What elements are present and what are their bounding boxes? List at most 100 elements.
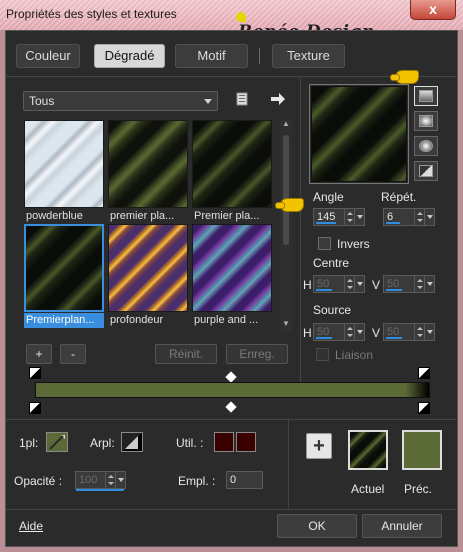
tab-degrade[interactable]: Dégradé xyxy=(94,44,165,68)
rectangular-style-button[interactable] xyxy=(414,111,438,131)
current-label: Actuel xyxy=(351,482,385,496)
close-button[interactable]: x xyxy=(410,0,456,20)
arrow-right-icon[interactable] xyxy=(270,92,286,106)
thumbnail-image xyxy=(24,224,104,312)
spinner-arrows-icon[interactable] xyxy=(414,324,424,340)
remove-button[interactable]: - xyxy=(60,344,86,364)
center-v-label: V xyxy=(372,278,381,292)
color-stop-left[interactable] xyxy=(29,402,41,414)
tab-texture[interactable]: Texture xyxy=(272,44,345,68)
gradient-thumbnail[interactable]: profondeur xyxy=(108,224,188,328)
current-style-swatch[interactable] xyxy=(348,430,388,470)
ok-button[interactable]: OK xyxy=(277,514,357,538)
center-h-slider[interactable] xyxy=(316,289,332,291)
divider xyxy=(288,420,289,510)
rectangular-gradient-icon xyxy=(419,115,433,127)
dropdown-arrow-icon[interactable] xyxy=(354,323,365,341)
tab-motif[interactable]: Motif xyxy=(175,44,248,68)
chevron-down-icon xyxy=(204,99,212,104)
source-h-label: H xyxy=(303,326,312,340)
top-stop-left[interactable] xyxy=(29,367,41,379)
gradient-thumbnail[interactable]: premier pla... xyxy=(108,120,188,224)
radial-style-button[interactable] xyxy=(414,161,438,181)
dropdown-arrow-icon[interactable] xyxy=(424,275,435,293)
big-add-button[interactable]: + xyxy=(306,433,332,459)
thumbnail-label: Premierplan... xyxy=(24,313,104,328)
recent-color-swatch-2[interactable] xyxy=(236,432,256,452)
recent-color-swatch-1[interactable] xyxy=(214,432,234,452)
scroll-thumb[interactable] xyxy=(283,135,289,245)
opacity-label: Opacité : xyxy=(14,474,63,488)
tab-couleur[interactable]: Couleur xyxy=(16,44,80,68)
thumbnail-label: profondeur xyxy=(110,314,164,326)
background-style-swatch[interactable] xyxy=(121,432,143,452)
repeat-spinner[interactable]: 6 xyxy=(383,208,435,226)
gradient-thumbnail-selected[interactable]: Premierplan... xyxy=(24,224,104,328)
help-link[interactable]: Aide xyxy=(19,519,43,533)
dropdown-arrow-icon[interactable] xyxy=(354,275,365,293)
radial-gradient-icon xyxy=(419,165,433,177)
dropdown-arrow-icon[interactable] xyxy=(424,208,435,226)
spinner-arrows-icon[interactable] xyxy=(414,209,424,225)
spinner-arrows-icon[interactable] xyxy=(414,276,424,292)
source-h-slider[interactable] xyxy=(316,337,332,339)
thumbnail-image xyxy=(108,224,188,312)
spinner-arrows-icon[interactable] xyxy=(344,324,354,340)
angle-spinner[interactable]: 145 xyxy=(313,208,365,226)
spinner-arrows-icon[interactable] xyxy=(344,276,354,292)
reset-button[interactable]: Réinit. xyxy=(155,344,217,364)
repeat-slider[interactable] xyxy=(386,222,400,224)
center-h-spinner[interactable]: 50 xyxy=(313,275,365,293)
gradient-thumbnail[interactable]: powderblue xyxy=(24,120,104,224)
arpl-label: Arpl: xyxy=(90,436,115,450)
linear-gradient-icon xyxy=(419,90,433,102)
spinner-arrows-icon[interactable] xyxy=(344,209,354,225)
util-label: Util. : xyxy=(176,436,204,450)
gradient-thumbnail[interactable]: Premier pla... xyxy=(192,120,272,224)
source-h-spinner[interactable]: 50 xyxy=(313,323,365,341)
add-button[interactable]: + xyxy=(26,344,52,364)
dropdown-arrow-icon[interactable] xyxy=(354,208,365,226)
sunburst-style-button[interactable] xyxy=(414,136,438,156)
dropdown-arrow-icon[interactable] xyxy=(424,323,435,341)
center-v-slider[interactable] xyxy=(386,289,402,291)
save-button[interactable]: Enreg. xyxy=(226,344,288,364)
thumbnail-image xyxy=(24,120,104,208)
divider xyxy=(6,509,456,510)
scroll-up-icon[interactable]: ▲ xyxy=(281,120,291,128)
link-checkbox[interactable] xyxy=(316,348,329,361)
pointer-hand-icon xyxy=(390,70,419,84)
spinner-arrows-icon[interactable] xyxy=(105,472,115,488)
dropdown-arrow-icon[interactable] xyxy=(115,471,126,489)
opacity-slider[interactable] xyxy=(76,489,124,491)
thumbnail-label: purple and ... xyxy=(194,314,259,326)
opacity-spinner[interactable]: 100 xyxy=(75,471,126,491)
previous-style-swatch[interactable] xyxy=(402,430,442,470)
angle-label: Angle xyxy=(313,190,344,204)
window-title: Propriétés des styles et textures xyxy=(6,7,177,21)
link-label: Liaison xyxy=(335,348,374,362)
source-v-label: V xyxy=(372,326,381,340)
ipl-label: 1pl: xyxy=(19,436,39,450)
source-v-slider[interactable] xyxy=(386,337,402,339)
cancel-button[interactable]: Annuler xyxy=(362,514,442,538)
folder-icon[interactable] xyxy=(236,92,250,106)
thumbnail-image xyxy=(108,120,188,208)
source-v-spinner[interactable]: 50 xyxy=(383,323,435,341)
linear-style-button[interactable] xyxy=(414,86,438,106)
category-dropdown[interactable]: Tous xyxy=(23,91,218,111)
scroll-down-icon[interactable]: ▼ xyxy=(281,320,291,328)
top-stop-right[interactable] xyxy=(418,367,430,379)
angle-slider[interactable] xyxy=(316,222,336,224)
gradient-bar[interactable] xyxy=(35,382,430,398)
invert-checkbox[interactable] xyxy=(318,237,331,250)
watermark-logo-icon xyxy=(236,12,246,22)
source-label: Source xyxy=(313,303,352,317)
gradient-thumbnail[interactable]: purple and ... xyxy=(192,224,272,328)
category-value: Tous xyxy=(29,94,55,108)
color-stop-right[interactable] xyxy=(418,402,430,414)
empl-field[interactable]: 0 xyxy=(226,471,263,489)
center-v-spinner[interactable]: 50 xyxy=(383,275,435,293)
pointer-hand-icon xyxy=(275,198,304,212)
foreground-style-swatch[interactable] xyxy=(46,432,68,452)
